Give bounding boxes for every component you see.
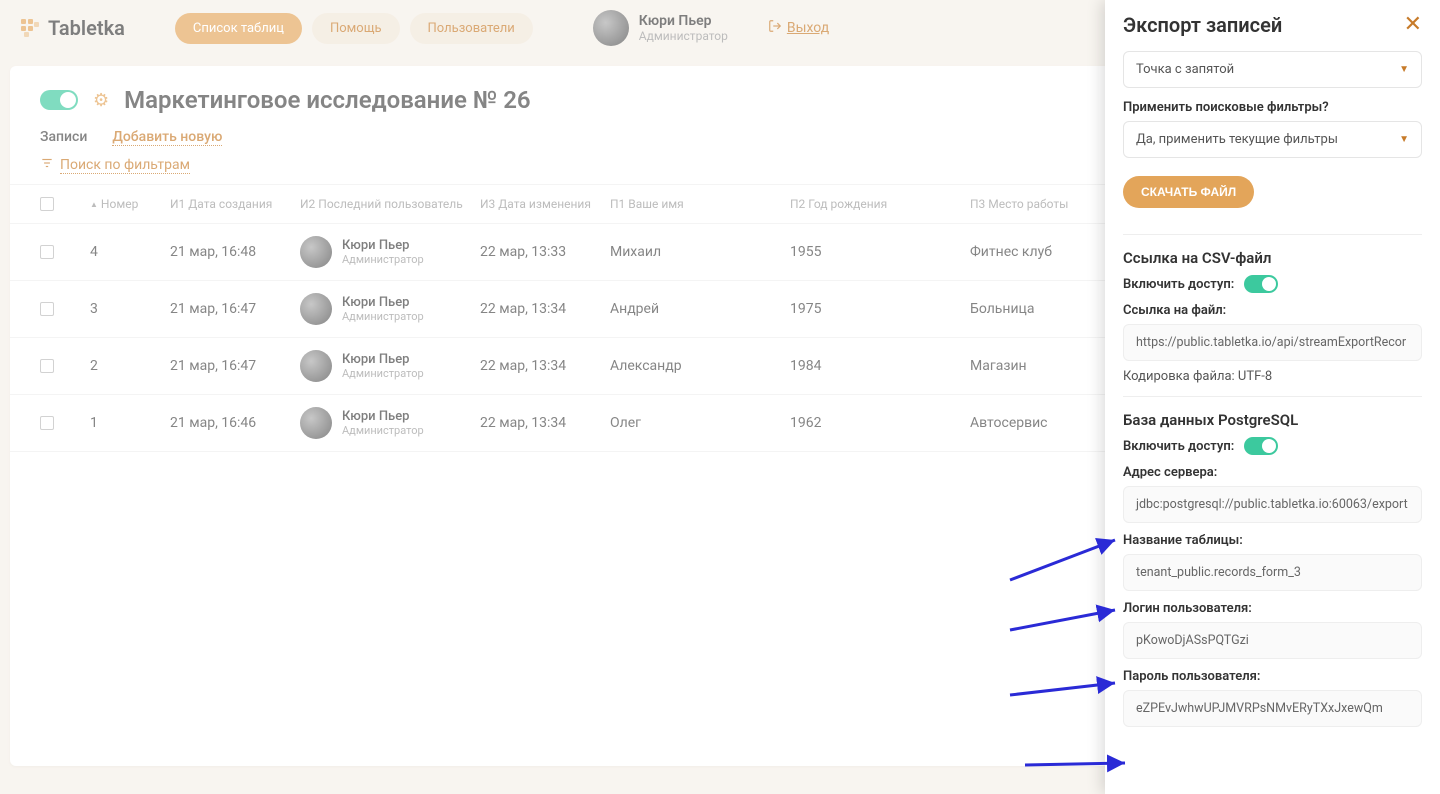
file-link-label: Ссылка на файл: (1123, 303, 1422, 318)
password-field[interactable]: eZPEvJwhwUPJMVRPsNMvERyTXxJxewQm (1123, 690, 1422, 727)
encoding-note: Кодировка файла: UTF-8 (1123, 369, 1422, 384)
table-field[interactable]: tenant_public.records_form_3 (1123, 554, 1422, 591)
close-icon[interactable]: ✕ (1404, 12, 1422, 37)
separator-value: Точка с запятой (1136, 62, 1234, 77)
chevron-down-icon: ▼ (1399, 134, 1409, 145)
pg-access-label: Включить доступ: (1123, 439, 1234, 454)
login-field[interactable]: pKowoDjASsPQTGzi (1123, 622, 1422, 659)
server-field[interactable]: jdbc:postgresql://public.tabletka.io:600… (1123, 486, 1422, 523)
filters-value: Да, применить текущие фильтры (1136, 132, 1338, 147)
separator-select[interactable]: Точка с запятой ▼ (1123, 51, 1422, 88)
download-button[interactable]: СКАЧАТЬ ФАЙЛ (1123, 176, 1254, 208)
export-panel: Экспорт записей ✕ Точка с запятой ▼ Прим… (1105, 0, 1440, 794)
filters-select[interactable]: Да, применить текущие фильтры ▼ (1123, 121, 1422, 158)
login-label: Логин пользователя: (1123, 601, 1422, 616)
panel-title: Экспорт записей (1123, 13, 1282, 37)
password-label: Пароль пользователя: (1123, 669, 1422, 684)
chevron-down-icon: ▼ (1399, 64, 1409, 75)
csv-access-toggle[interactable] (1244, 275, 1278, 293)
file-link-field[interactable]: https://public.tabletka.io/api/streamExp… (1123, 324, 1422, 361)
csv-access-label: Включить доступ: (1123, 277, 1234, 292)
filters-label: Применить поисковые фильтры? (1123, 100, 1422, 115)
table-label: Название таблицы: (1123, 533, 1422, 548)
divider (1123, 396, 1422, 397)
server-label: Адрес сервера: (1123, 465, 1422, 480)
pg-access-toggle[interactable] (1244, 437, 1278, 455)
csv-header: Ссылка на CSV-файл (1123, 249, 1422, 267)
pg-header: База данных PostgreSQL (1123, 411, 1422, 429)
divider (1123, 234, 1422, 235)
